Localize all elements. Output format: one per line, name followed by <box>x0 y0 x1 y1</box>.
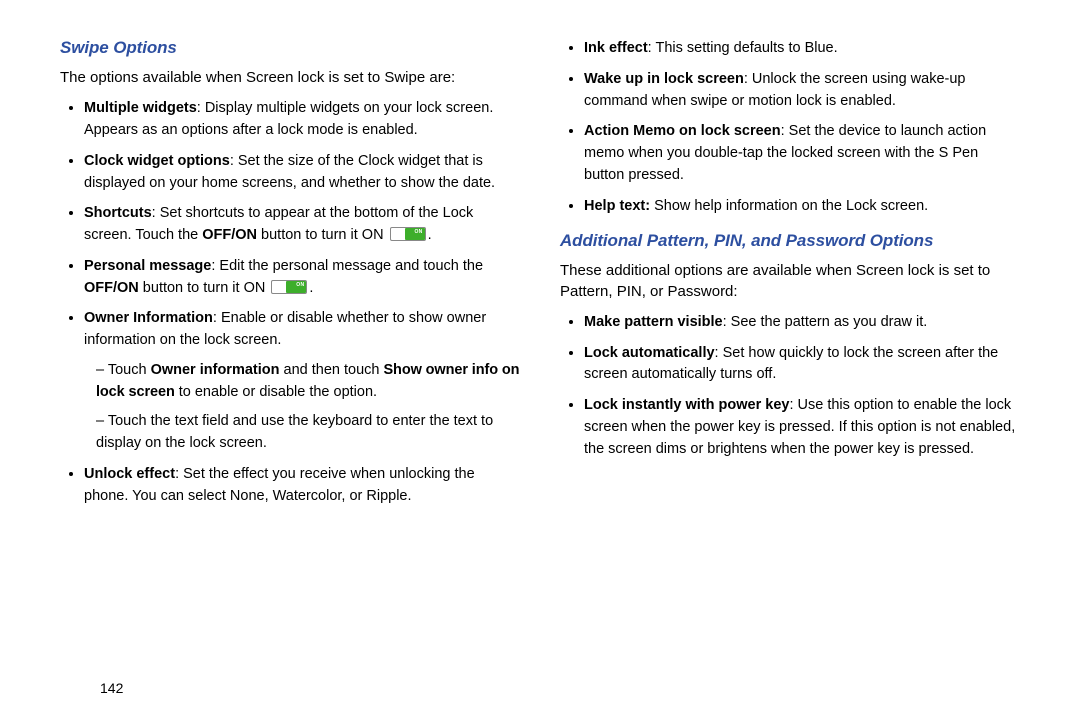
swipe-options-list: Multiple widgets: Display multiple widge… <box>60 98 520 507</box>
item-label: Make pattern visible <box>584 314 723 330</box>
list-item: Make pattern visible: See the pattern as… <box>584 312 1020 334</box>
item-label: Lock automatically <box>584 345 715 361</box>
list-item: Lock automatically: Set how quickly to l… <box>584 343 1020 387</box>
item-text: : This setting defaults to Blue. <box>648 40 838 56</box>
list-item: Action Memo on lock screen: Set the devi… <box>584 121 1020 186</box>
list-item: Ink effect: This setting defaults to Blu… <box>584 38 1020 60</box>
list-item: Lock instantly with power key: Use this … <box>584 395 1020 460</box>
off-on-label: OFF/ON <box>84 280 139 296</box>
toggle-on-icon: ON <box>390 227 426 241</box>
intro-additional: These additional options are available w… <box>560 261 1020 302</box>
item-text: Show help information on the Lock screen… <box>650 198 928 214</box>
intro-swipe: The options available when Screen lock i… <box>60 68 520 88</box>
list-item: Unlock effect: Set the effect you receiv… <box>84 464 520 508</box>
additional-options-list: Make pattern visible: See the pattern as… <box>560 312 1020 461</box>
sub-text: Touch <box>108 362 151 378</box>
sub-item: Touch Owner information and then touch S… <box>96 360 520 404</box>
item-label: Help text: <box>584 198 650 214</box>
sub-item: Touch the text field and use the keyboar… <box>96 411 520 455</box>
item-label: Multiple widgets <box>84 100 197 116</box>
sub-list: Touch Owner information and then touch S… <box>84 360 520 455</box>
item-text: : Edit the personal message and touch th… <box>211 258 483 274</box>
list-item: Clock widget options: Set the size of th… <box>84 151 520 195</box>
page-number: 142 <box>100 680 123 696</box>
sub-text: and then touch <box>279 362 383 378</box>
list-item: Wake up in lock screen: Unlock the scree… <box>584 69 1020 113</box>
off-on-label: OFF/ON <box>202 227 257 243</box>
continued-list: Ink effect: This setting defaults to Blu… <box>560 38 1020 217</box>
item-label: Unlock effect <box>84 466 175 482</box>
heading-additional-options: Additional Pattern, PIN, and Password Op… <box>560 231 1020 251</box>
item-text: . <box>428 227 432 243</box>
toggle-on-icon: ON <box>271 280 307 294</box>
manual-page: Swipe Options The options available when… <box>0 0 1080 720</box>
list-item: Personal message: Edit the personal mess… <box>84 256 520 300</box>
list-item: Owner Information: Enable or disable whe… <box>84 308 520 455</box>
item-text: : See the pattern as you draw it. <box>723 314 928 330</box>
list-item: Shortcuts: Set shortcuts to appear at th… <box>84 203 520 247</box>
item-label: Personal message <box>84 258 211 274</box>
item-text: . <box>309 280 313 296</box>
item-label: Shortcuts <box>84 205 152 221</box>
heading-swipe-options: Swipe Options <box>60 38 520 58</box>
item-label: Action Memo on lock screen <box>584 123 781 139</box>
item-label: Ink effect <box>584 40 648 56</box>
list-item: Multiple widgets: Display multiple widge… <box>84 98 520 142</box>
item-label: Owner Information <box>84 310 213 326</box>
list-item: Help text: Show help information on the … <box>584 196 1020 218</box>
sub-text: to enable or disable the option. <box>175 384 377 400</box>
sub-text: Touch the text field and use the keyboar… <box>96 413 493 451</box>
left-column: Swipe Options The options available when… <box>60 38 540 700</box>
item-text: button to turn it ON <box>139 280 270 296</box>
item-label: Wake up in lock screen <box>584 71 744 87</box>
sub-bold: Owner information <box>151 362 280 378</box>
item-label: Lock instantly with power key <box>584 397 789 413</box>
item-text: button to turn it ON <box>257 227 388 243</box>
item-label: Clock widget options <box>84 153 230 169</box>
right-column: Ink effect: This setting defaults to Blu… <box>540 38 1040 700</box>
